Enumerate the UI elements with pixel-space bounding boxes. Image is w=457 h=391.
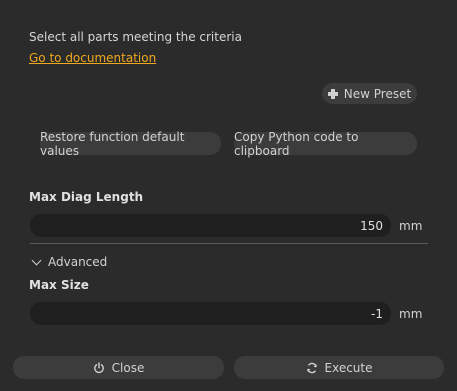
- max-diag-length-input[interactable]: 150: [30, 214, 391, 237]
- close-button[interactable]: Close: [13, 356, 224, 379]
- max-diag-length-label: Max Diag Length: [29, 190, 144, 204]
- documentation-link[interactable]: Go to documentation: [29, 51, 156, 65]
- advanced-toggle[interactable]: Advanced: [31, 255, 108, 269]
- new-preset-label: New Preset: [343, 86, 412, 101]
- max-size-unit: mm: [399, 307, 423, 321]
- refresh-icon: [306, 362, 317, 373]
- new-preset-button[interactable]: New Preset: [322, 83, 417, 104]
- copy-python-button[interactable]: Copy Python code to clipboard: [234, 129, 417, 158]
- description-text: Select all parts meeting the criteria: [29, 30, 242, 44]
- chevron-down-icon: [31, 255, 42, 265]
- advanced-label: Advanced: [48, 255, 108, 269]
- max-size-value: -1: [371, 306, 383, 321]
- restore-defaults-label: Restore function default values: [40, 129, 185, 158]
- copy-python-label: Copy Python code to clipboard: [234, 129, 359, 158]
- max-size-input[interactable]: -1: [30, 302, 391, 325]
- section-divider: [30, 243, 428, 244]
- power-icon: [93, 361, 104, 373]
- plus-icon: [327, 88, 338, 99]
- execute-label: Execute: [324, 360, 373, 375]
- max-diag-length-unit: mm: [399, 219, 423, 233]
- execute-button[interactable]: Execute: [234, 356, 444, 379]
- max-diag-length-value: 150: [360, 218, 383, 233]
- close-label: Close: [111, 360, 145, 375]
- restore-defaults-button[interactable]: Restore function default values: [40, 129, 221, 158]
- max-size-label: Max Size: [29, 278, 89, 292]
